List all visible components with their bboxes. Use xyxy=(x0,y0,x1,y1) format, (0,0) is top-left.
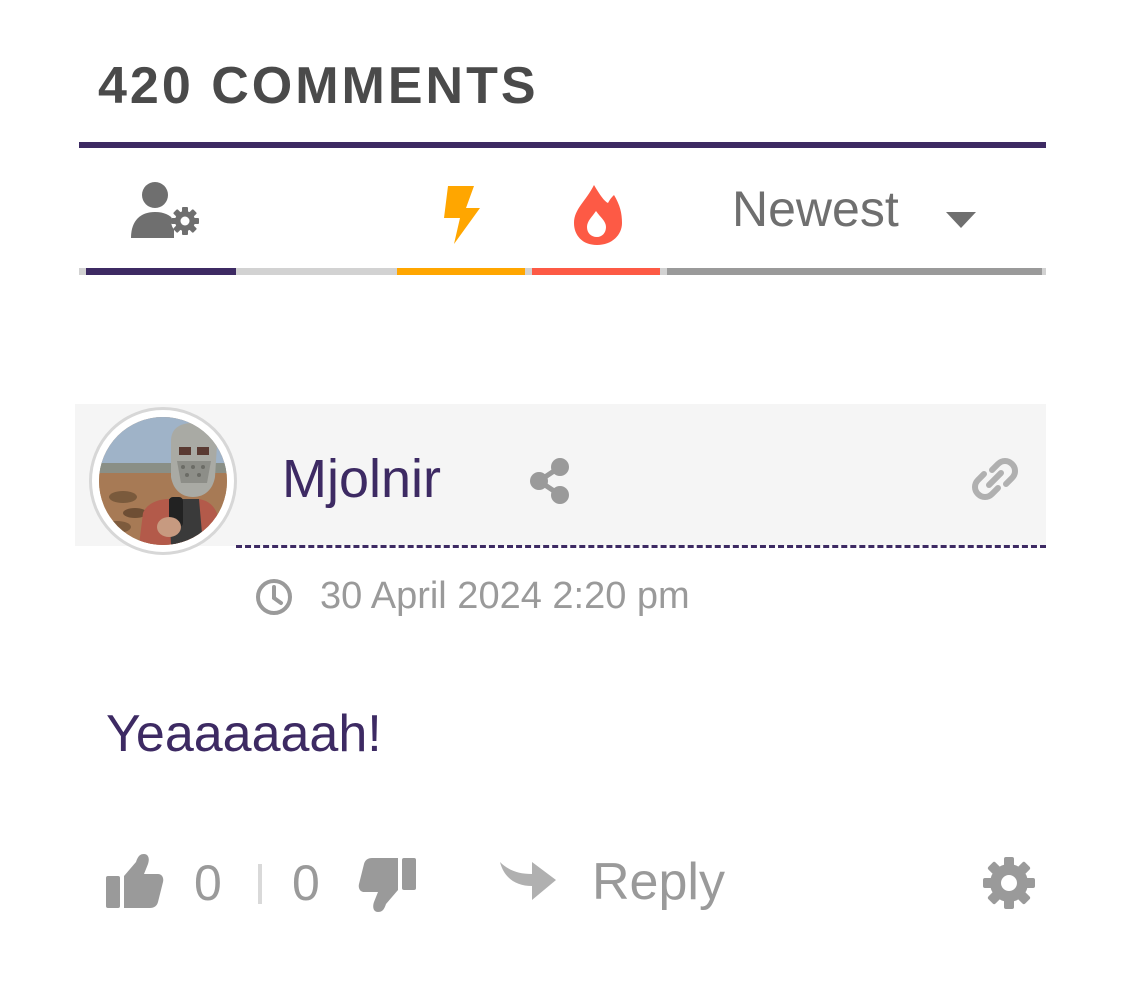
vote-separator xyxy=(258,864,262,904)
trending-underline xyxy=(397,268,525,275)
sort-select-label[interactable]: Newest xyxy=(732,180,899,238)
share-button[interactable] xyxy=(528,457,572,505)
sort-dropdown-toggle[interactable] xyxy=(944,208,978,230)
share-icon xyxy=(530,458,569,504)
title-divider xyxy=(79,142,1046,148)
clock-icon xyxy=(256,579,292,615)
gear-icon xyxy=(983,857,1035,909)
hottest-underline xyxy=(532,268,660,275)
comment-text: Yeaaaaaah! xyxy=(106,705,382,763)
lightning-bolt-icon xyxy=(444,186,480,244)
caret-down-icon xyxy=(946,212,976,228)
dislike-count: 0 xyxy=(292,855,320,911)
sort-underline xyxy=(667,268,1042,275)
comment-date: 30 April 2024 2:20 pm xyxy=(320,575,690,617)
timestamp-clock xyxy=(254,577,294,617)
hottest-filter[interactable] xyxy=(570,183,624,247)
dislike-button[interactable] xyxy=(356,856,418,914)
avatar[interactable] xyxy=(99,417,227,545)
user-filter-underline xyxy=(86,268,236,275)
reply-arrow[interactable] xyxy=(498,858,558,908)
flame-icon xyxy=(574,185,622,245)
comment-author[interactable]: Mjolnir xyxy=(282,448,441,510)
header-dashed-divider xyxy=(236,545,1046,548)
user-settings-filter[interactable] xyxy=(128,180,204,240)
like-button[interactable] xyxy=(104,852,166,910)
thumbs-down-icon xyxy=(358,858,416,912)
trending-filter[interactable] xyxy=(440,184,484,246)
like-count: 0 xyxy=(194,855,222,911)
reply-button[interactable]: Reply xyxy=(592,852,725,912)
user-gear-icon xyxy=(131,182,199,238)
comments-count-title: 420 COMMENTS xyxy=(98,57,539,115)
comment-settings-button[interactable] xyxy=(982,856,1036,910)
avatar-image xyxy=(99,417,227,545)
reply-arrow-icon xyxy=(500,862,556,900)
link-icon xyxy=(972,458,1018,500)
thumbs-up-icon xyxy=(106,854,164,908)
permalink-button[interactable] xyxy=(972,456,1018,502)
